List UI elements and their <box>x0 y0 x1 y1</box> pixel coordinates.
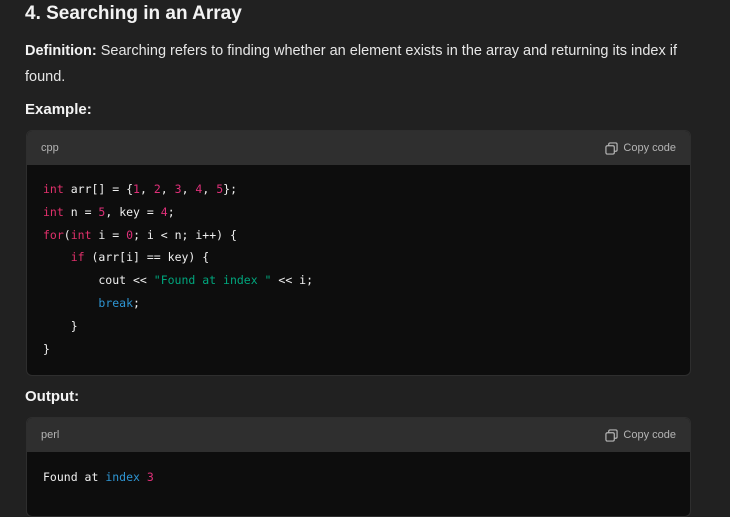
code-token: "Found at index " <box>153 273 272 288</box>
code-token: Found at <box>43 470 106 484</box>
code-token: 4 <box>160 204 168 219</box>
code-token: , <box>181 182 196 196</box>
code-token: cout << <box>43 273 154 288</box>
code-line: Found at index 3 <box>43 466 674 489</box>
code-line: break; <box>43 292 674 315</box>
code-token: ; i < n; i++) { <box>133 227 237 242</box>
code-line: for(int i = 0; i < n; i++) { <box>43 224 674 247</box>
code-block-header: cpp Copy code <box>27 131 690 165</box>
code-content[interactable]: int arr[] = {1, 2, 3, 4, 5}; int n = 5, k… <box>27 165 690 373</box>
copy-code-button[interactable]: Copy code <box>605 428 676 442</box>
code-token: , <box>139 182 154 196</box>
code-token: } <box>43 318 78 333</box>
code-token: 2 <box>153 182 161 196</box>
code-language-label: perl <box>41 429 60 441</box>
code-language-label: cpp <box>41 142 59 154</box>
copy-code-label: Copy code <box>623 142 676 154</box>
definition-text: Searching refers to finding whether an e… <box>25 43 677 85</box>
code-token: , <box>160 182 175 196</box>
code-line: cout << "Found at index " << i; <box>43 269 674 292</box>
code-token: ; <box>167 204 175 219</box>
output-label: Output: <box>25 388 80 405</box>
copy-code-label: Copy code <box>623 429 676 441</box>
code-block-perl: perl Copy code Found at index 3 <box>26 417 691 517</box>
code-token: (arr[i] == key) { <box>84 250 210 265</box>
copy-code-button[interactable]: Copy code <box>605 141 676 155</box>
section-heading: 4. Searching in an Array <box>25 3 242 24</box>
code-token: int <box>70 227 92 242</box>
code-token: }; <box>223 182 238 196</box>
code-token: 3 <box>146 470 154 484</box>
code-line: } <box>43 315 674 338</box>
copy-icon <box>605 428 619 442</box>
code-token: for <box>43 227 64 242</box>
code-line: } <box>43 338 674 361</box>
code-token: 3 <box>174 182 182 196</box>
code-line: int n = 5, key = 4; <box>43 201 674 224</box>
code-token: n = <box>70 204 99 219</box>
code-line: if (arr[i] == key) { <box>43 246 674 269</box>
code-token: i = <box>91 227 127 242</box>
code-token: , key = <box>105 204 161 219</box>
code-content[interactable]: Found at index 3 <box>27 452 690 502</box>
code-token: int <box>43 204 64 219</box>
code-token: arr[] = { <box>70 182 134 196</box>
code-token: , <box>202 182 217 196</box>
code-block-header: perl Copy code <box>27 418 690 452</box>
code-line: int arr[] = {1, 2, 3, 4, 5}; <box>43 178 674 201</box>
code-token: } <box>43 341 50 356</box>
code-token: index <box>105 470 140 484</box>
definition-paragraph: Definition: Searching refers to finding … <box>25 38 705 90</box>
code-token: break <box>98 295 134 310</box>
definition-label: Definition: <box>25 43 97 59</box>
code-token: ( <box>63 227 71 242</box>
copy-icon <box>605 141 619 155</box>
code-token: 1 <box>133 182 140 196</box>
code-token: if <box>70 250 85 265</box>
code-token: int <box>43 182 64 196</box>
example-label: Example: <box>25 101 92 118</box>
code-token: ; <box>133 295 140 310</box>
code-block-cpp: cpp Copy code int arr[] = {1, 2, 3, 4, 5… <box>26 130 691 376</box>
code-token: << i; <box>271 273 314 288</box>
